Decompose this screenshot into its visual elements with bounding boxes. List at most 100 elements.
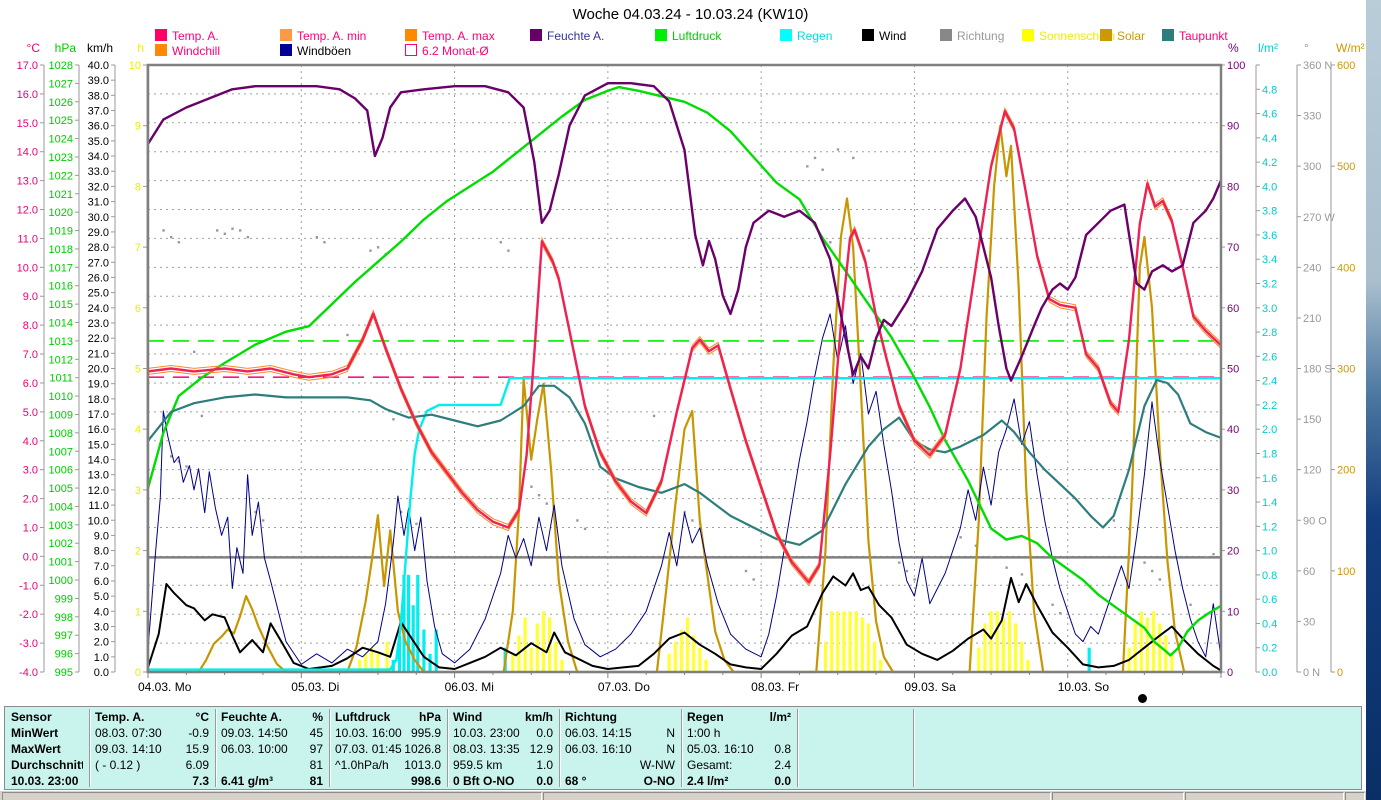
- wind-axis-label: 19.0: [88, 379, 109, 391]
- temp-axis-label: 0.0: [23, 551, 38, 563]
- table-cell: 68 ° O-NO: [565, 774, 675, 790]
- pressure-axis-label: 1009: [49, 409, 73, 421]
- pressure-axis-label: 1022: [49, 170, 73, 182]
- table-header-sensor: Sensor: [11, 710, 83, 726]
- table-separator: [329, 709, 330, 787]
- rain-axis-label: 2.0: [1262, 424, 1277, 436]
- direction-dot: [376, 246, 380, 249]
- direction-dot: [499, 241, 502, 244]
- wind-axis-label: 39.0: [88, 75, 109, 87]
- wind-axis-label: 9.0: [94, 530, 109, 542]
- table-cell-left: Feuchte A.: [221, 710, 282, 724]
- table-cell: 2.4 l/m² 0.0: [687, 774, 791, 790]
- table-cell-value: 7.3: [192, 774, 209, 788]
- pressure-axis-label: 1027: [49, 78, 73, 90]
- temp-axis-label: 13.0: [17, 176, 38, 188]
- humidity-axis-label: 100: [1227, 60, 1245, 72]
- pressure-axis-label: 1017: [49, 262, 73, 274]
- table-cell-left: Temp. A.: [95, 710, 145, 724]
- sunshine-bar: [560, 659, 564, 672]
- rain-axis-label: 4.0: [1262, 181, 1277, 193]
- humidity-axis-label: 50: [1227, 364, 1239, 376]
- sunshine-bar: [554, 641, 558, 672]
- direction-dot: [1204, 556, 1208, 559]
- direction-dot: [913, 578, 916, 581]
- sunshine-bar: [860, 617, 864, 672]
- table-cell-value: -0.9: [188, 726, 209, 740]
- plot-area[interactable]: [146, 63, 1223, 674]
- table-cell-left: Sensor: [11, 710, 52, 724]
- sunshine-bar: [1013, 623, 1018, 672]
- wind-axis-label: 4.0: [94, 606, 109, 618]
- sunshine-axis-label: 7: [135, 242, 141, 254]
- rain-axis-label: 2.8: [1262, 327, 1277, 339]
- desktop-wallpaper-strip: [1366, 0, 1381, 800]
- wind-axis-label: 18.0: [88, 394, 109, 406]
- table-cell-value: 1026.8: [404, 742, 441, 756]
- x-day-label: 04.03. Mo: [138, 680, 192, 694]
- direction-dot: [169, 235, 173, 239]
- pressure-axis-label: 1012: [49, 354, 73, 366]
- rain-axis-label: 2.2: [1262, 400, 1277, 412]
- temp-axis-label: 5.0: [23, 407, 38, 419]
- direction-dot: [1059, 611, 1062, 615]
- sunshine-bar: [854, 611, 858, 672]
- rain-axis-label: 1.2: [1262, 521, 1277, 533]
- sunshine-axis-label: 3: [135, 485, 141, 497]
- pressure-axis-label: 998: [55, 612, 73, 624]
- direction-axis-label: 330: [1303, 111, 1321, 123]
- pressure-axis-label: 996: [55, 649, 73, 661]
- sunshine-axis-label: 8: [135, 181, 141, 193]
- solar-axis-label: 200: [1337, 465, 1355, 477]
- table-separator: [215, 709, 216, 787]
- rain-axis-label: 1.0: [1262, 546, 1277, 558]
- direction-dot: [530, 485, 533, 488]
- table-cell-value: 45: [309, 726, 323, 740]
- wind-axis-label: 24.0: [88, 303, 109, 315]
- direction-dot: [905, 569, 909, 573]
- wind-axis-label: 3.0: [94, 621, 109, 633]
- table-cell-left: MaxWert: [11, 742, 61, 756]
- direction-dot: [369, 249, 372, 252]
- temp-axis-label: -2.0: [19, 609, 38, 621]
- rain-axis-label: 3.8: [1262, 206, 1277, 218]
- rain-axis-label: 4.2: [1262, 157, 1277, 169]
- direction-axis-label: 300: [1303, 161, 1321, 173]
- sunshine-axis-label: 1: [135, 606, 141, 618]
- direction-dot: [867, 249, 870, 252]
- table-cell: 959.5 km 1.0: [453, 758, 553, 774]
- pressure-axis-label: 1026: [49, 97, 73, 109]
- humidity-axis-label: 10: [1227, 606, 1239, 618]
- x-day-label: 06.03. Mi: [445, 680, 494, 694]
- wind-axis-label: 37.0: [88, 106, 109, 118]
- sunshine-bar: [848, 611, 852, 672]
- table-cell-value: 0.0: [536, 774, 553, 788]
- direction-axis-label: 30: [1303, 616, 1315, 628]
- wind-axis-label: 2.0: [94, 637, 109, 649]
- rain-axis-label: 4.8: [1262, 84, 1277, 96]
- table-cell-value: hPa: [418, 710, 441, 724]
- wind-axis-label: 12.0: [88, 485, 109, 497]
- table-cell-left: Durchschnitt: [11, 758, 83, 772]
- table-cell-value: W-NW: [639, 758, 675, 772]
- table-separator: [447, 709, 448, 787]
- direction-axis-label: 150: [1303, 414, 1321, 426]
- direction-dot: [1005, 566, 1008, 569]
- wind-axis-label: 5.0: [94, 591, 109, 603]
- table-cell: ^1.0hPa/h 1013.0: [335, 758, 441, 774]
- statusbar-segment: [1052, 792, 1184, 800]
- table-cell: 06.03. 10:00 97: [221, 742, 323, 758]
- sunshine-axis-label: 0: [135, 667, 141, 679]
- table-cell-left: 2.4 l/m²: [687, 774, 729, 788]
- direction-dot: [691, 519, 694, 522]
- weather-chart[interactable]: °C hPa km/h h% l/m² ° W/m² -4.0 -3.0 -2.0 -1.0 0.0 1…: [0, 0, 1381, 706]
- sunshine-bar: [511, 653, 515, 672]
- direction-dot: [1051, 603, 1054, 606]
- humidity-axis-label: 20: [1227, 546, 1239, 558]
- temp-axis-label: 4.0: [23, 436, 38, 448]
- direction-dot: [806, 165, 809, 168]
- table-cell-value: 81: [309, 758, 323, 772]
- rain-axis-label: 3.6: [1262, 230, 1277, 242]
- axis-unit-header: °C: [27, 41, 41, 55]
- solar-axis-label: 500: [1337, 161, 1355, 173]
